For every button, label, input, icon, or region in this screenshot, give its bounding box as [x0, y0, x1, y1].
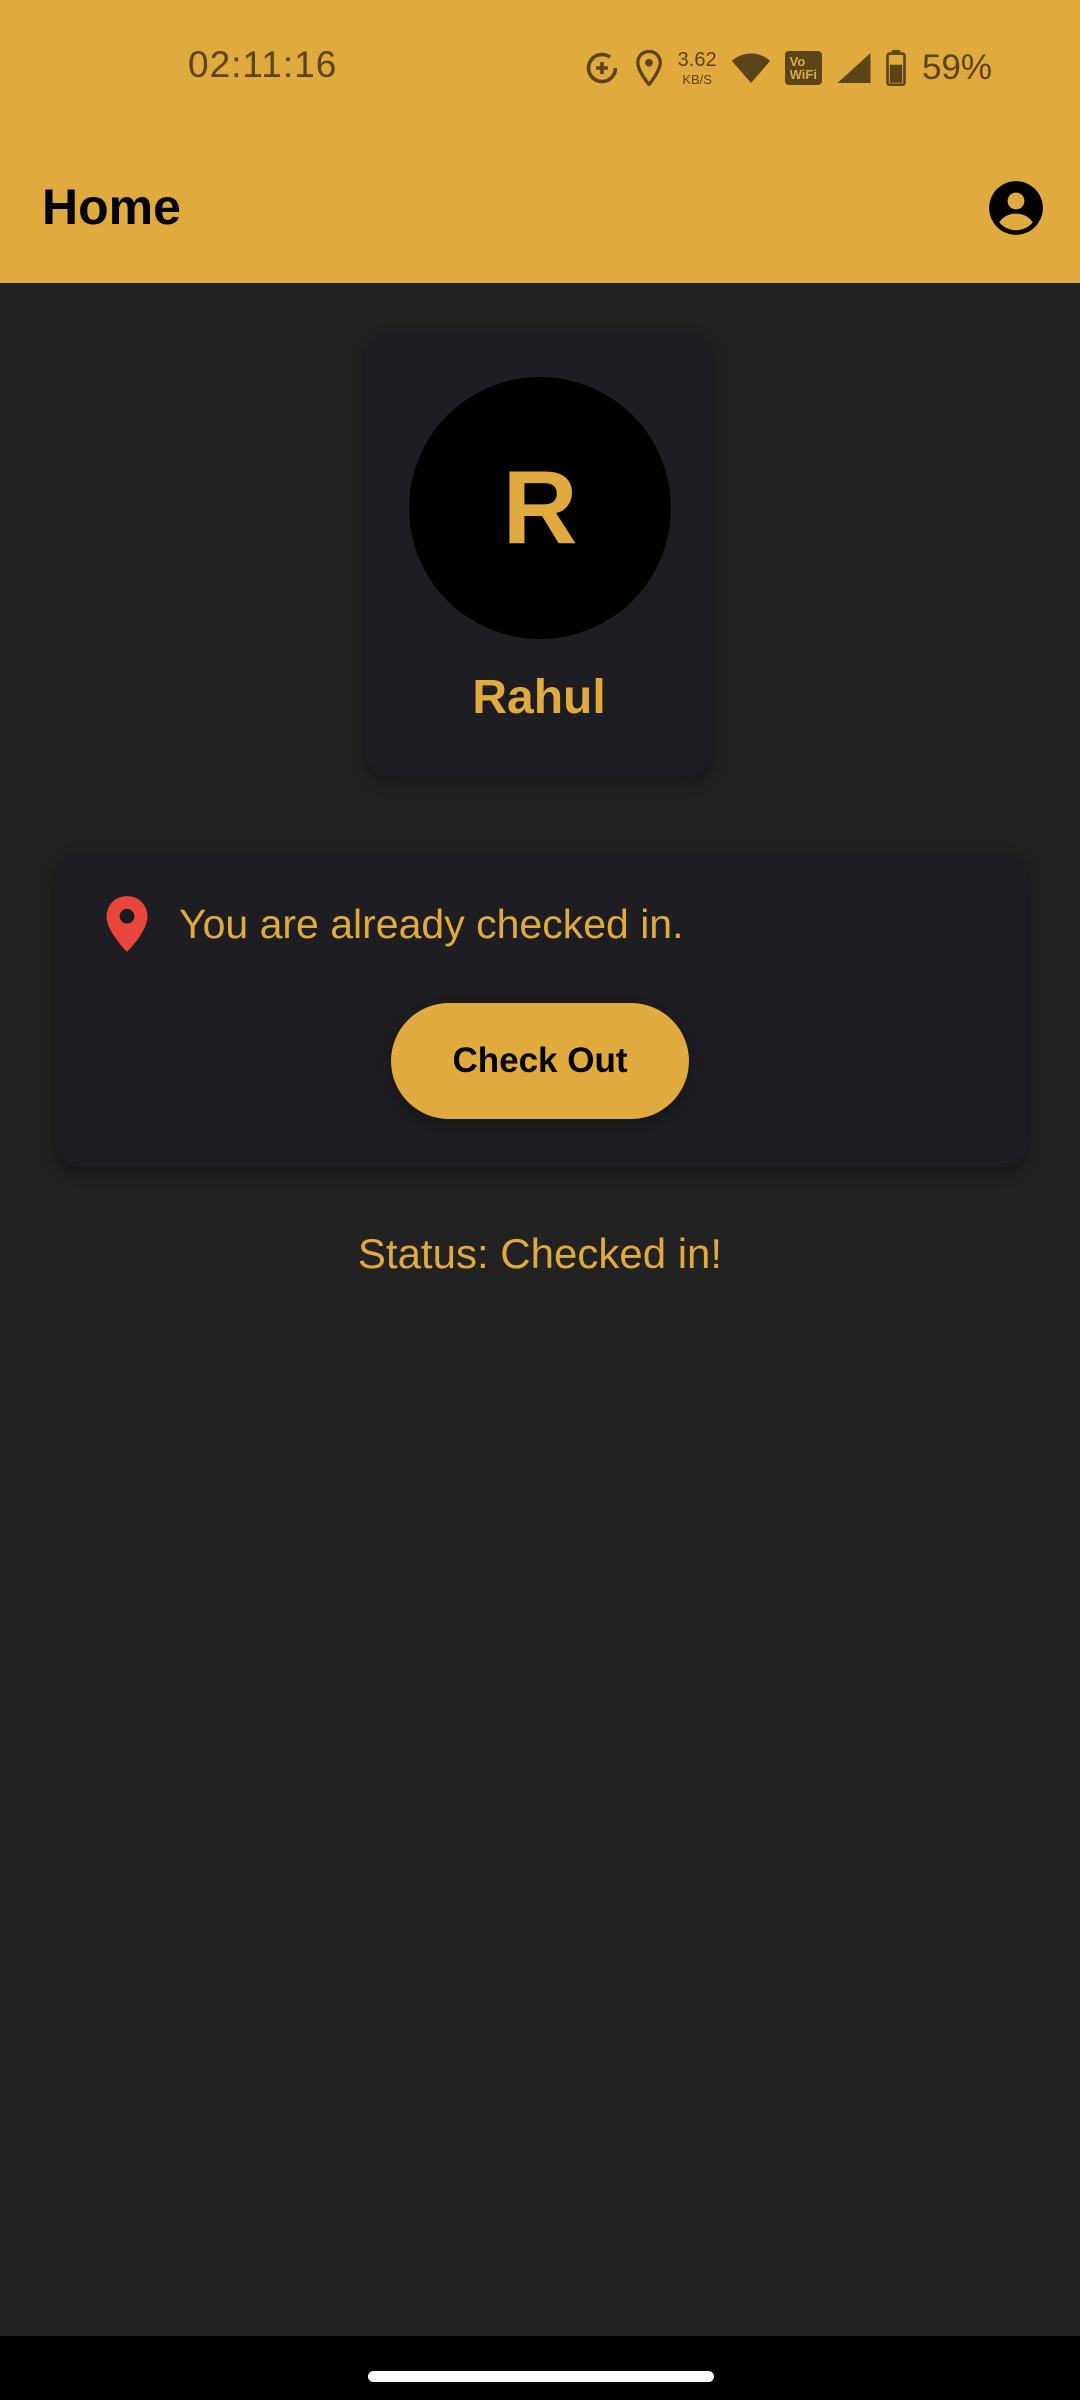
checkin-message: You are already checked in. [179, 901, 684, 947]
net-speed: 3.62 KB/S [678, 50, 717, 86]
navigation-bar [0, 2336, 1080, 2400]
profile-name: Rahul [472, 671, 606, 724]
profile-card: R Rahul [366, 332, 712, 777]
data-saver-icon [584, 50, 620, 86]
status-bar: 02:11:16 3.62 KB/S Vo WiFi 59% [0, 0, 1080, 138]
battery-percent: 59% [921, 48, 992, 87]
status-text: Status: Checked in! [357, 1230, 723, 1277]
vowifi-icon: Vo WiFi [784, 51, 822, 85]
status-icons: 3.62 KB/S Vo WiFi 59% [584, 44, 992, 92]
net-speed-value: 3.62 [677, 49, 717, 71]
location-pin-icon [106, 896, 148, 952]
app-bar: Home [0, 138, 1080, 283]
avatar: R [409, 377, 671, 639]
wifi-icon [731, 52, 771, 84]
check-out-button[interactable]: Check Out [391, 1003, 689, 1119]
page-title: Home [42, 179, 181, 235]
signal-icon [836, 51, 872, 85]
checkin-card: You are already checked in. Check Out [55, 851, 1027, 1167]
avatar-initial: R [502, 449, 578, 566]
location-icon [634, 50, 664, 86]
account-button[interactable] [988, 180, 1044, 236]
home-indicator[interactable] [368, 2371, 714, 2382]
status-time: 02:11:16 [188, 44, 338, 85]
battery-icon [886, 50, 906, 86]
account-circle-icon [989, 181, 1043, 235]
net-speed-unit: KB/S [682, 72, 712, 87]
